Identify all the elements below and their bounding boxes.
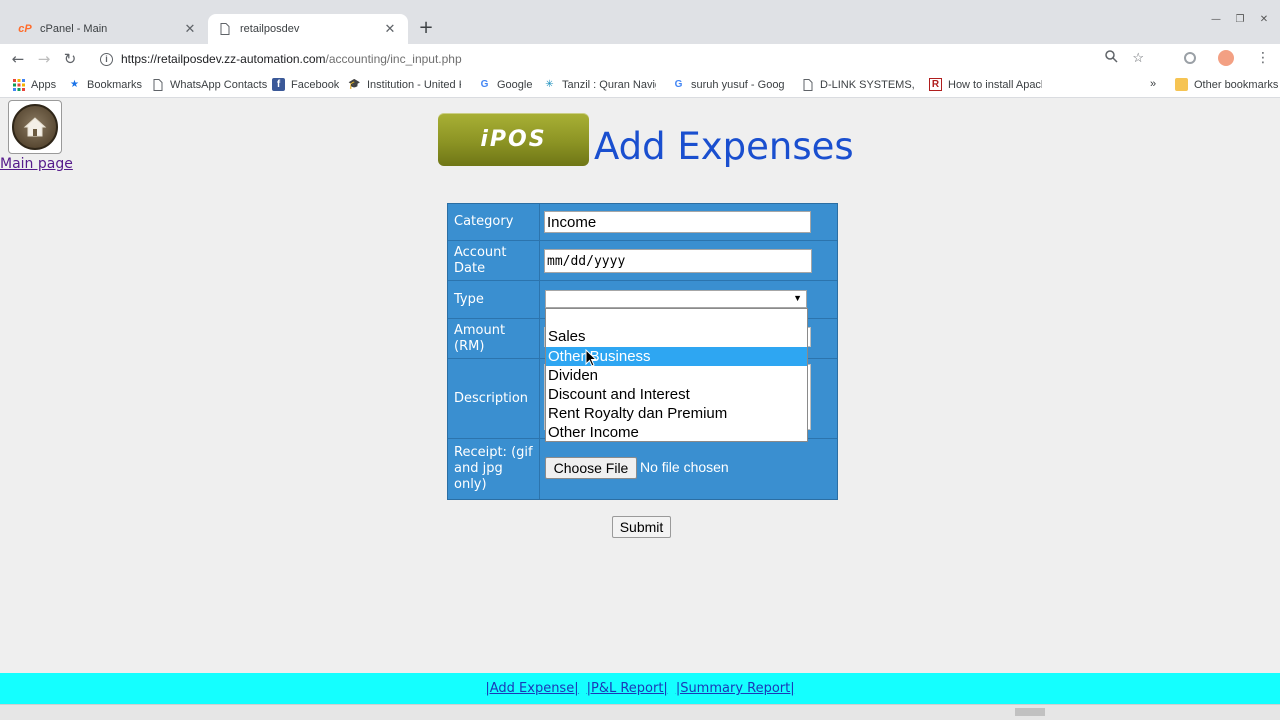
bookmark-dlink[interactable]: D-LINK SYSTEMS, INC: [801, 78, 914, 91]
bookmark-label: Other bookmarks: [1194, 78, 1279, 91]
footer-link-add-expense[interactable]: |Add Expense|: [485, 681, 578, 696]
type-select[interactable]: ▼: [545, 290, 807, 308]
bookmark-whatsapp-contacts[interactable]: WhatsApp Contacts: [151, 78, 267, 91]
home-icon: [12, 104, 58, 150]
zoom-icon[interactable]: [1105, 50, 1118, 66]
browser-toolbar: ← → ↻ i https://retailposdev.zz-automati…: [0, 44, 1280, 74]
footer-nav: |Add Expense| |P&L Report| |Summary Repo…: [0, 673, 1280, 704]
close-icon[interactable]: ✕: [182, 21, 198, 37]
tab-cpanel[interactable]: cP cPanel - Main ✕: [8, 14, 208, 44]
window-controls: — ❐ ✕: [1210, 14, 1270, 25]
overflow-chevron-icon: »: [1150, 78, 1157, 90]
tab-title: cPanel - Main: [40, 23, 108, 35]
bookmark-install-apache[interactable]: R How to install Apache: [929, 78, 1042, 91]
type-option-rent-royalty[interactable]: Rent Royalty dan Premium: [546, 404, 807, 423]
tanzil-icon: ✳: [545, 79, 554, 90]
page-title: Add Expenses: [594, 125, 854, 168]
receipt-label: Receipt: (gif and jpg only): [448, 439, 540, 499]
page-icon: [151, 78, 164, 91]
bookmark-google[interactable]: G Google: [478, 78, 533, 91]
url-host: https://retailposdev.zz-automation.com: [121, 52, 326, 66]
type-option-discount-interest[interactable]: Discount and Interest: [546, 385, 807, 404]
type-option-empty[interactable]: [546, 309, 807, 328]
extension-icon[interactable]: [1184, 52, 1196, 64]
facebook-icon: f: [272, 78, 285, 91]
bookmark-label: D-LINK SYSTEMS, INC: [820, 78, 914, 91]
extension-icons: ⋮: [1184, 50, 1270, 66]
dropdown-arrow-icon: ▼: [793, 293, 802, 303]
cpanel-favicon-icon: cP: [18, 23, 32, 35]
amount-label: Amount (RM): [448, 319, 540, 358]
account-date-label: Account Date: [448, 241, 540, 280]
mouse-cursor-icon: [585, 348, 598, 371]
type-option-sales[interactable]: Sales: [546, 327, 807, 346]
bookmark-other-bookmarks[interactable]: Other bookmarks: [1175, 78, 1278, 91]
info-icon[interactable]: i: [100, 52, 113, 66]
forward-arrow-icon[interactable]: →: [34, 49, 54, 69]
new-tab-button[interactable]: +: [416, 18, 436, 38]
scrollbar-thumb[interactable]: [1015, 708, 1045, 716]
category-label: Category: [448, 204, 540, 240]
bookmark-tanzil[interactable]: ✳ Tanzil : Quran Naviga: [543, 78, 656, 91]
google-icon: G: [674, 79, 683, 90]
back-arrow-icon[interactable]: ←: [8, 49, 28, 69]
bookmark-label: Bookmarks: [87, 78, 143, 91]
choose-file-button[interactable]: Choose File: [545, 457, 637, 479]
apps-grid-icon: [12, 78, 25, 91]
submit-button[interactable]: Submit: [612, 516, 671, 538]
browser-tab-strip: cP cPanel - Main ✕ retailposdev ✕ + — ❐ …: [0, 0, 1280, 44]
type-dropdown-list: Sales Other Business Dividen Discount an…: [545, 308, 808, 442]
bookmark-star-icon[interactable]: ☆: [1132, 50, 1144, 66]
bookmark-suruh-yusuf[interactable]: G suruh yusuf - Google: [672, 78, 785, 91]
menu-kebab-icon[interactable]: ⋮: [1256, 50, 1270, 66]
graduation-cap-icon: 🎓: [348, 79, 361, 90]
description-label: Description: [448, 359, 540, 438]
main-page-link[interactable]: Main page: [0, 156, 73, 172]
category-input[interactable]: Income: [544, 211, 811, 233]
bookmark-bookmarks[interactable]: ★ Bookmarks: [68, 78, 142, 91]
tab-retailposdev[interactable]: retailposdev ✕: [208, 14, 408, 44]
horizontal-scrollbar[interactable]: [0, 704, 1280, 720]
account-date-input[interactable]: mm/dd/yyyy: [544, 249, 812, 273]
star-icon: ★: [70, 79, 79, 90]
profile-avatar-icon[interactable]: [1218, 50, 1234, 66]
address-bar[interactable]: i https://retailposdev.zz-automation.com…: [92, 47, 1152, 71]
bookmark-label: WhatsApp Contacts: [170, 78, 268, 91]
reload-icon[interactable]: ↻: [60, 49, 80, 69]
page-favicon-icon: [218, 22, 232, 36]
ipos-logo: iPOS: [438, 113, 589, 166]
home-button[interactable]: [8, 100, 62, 154]
close-window-icon[interactable]: ✕: [1258, 14, 1270, 25]
footer-link-pl-report[interactable]: |P&L Report|: [587, 681, 668, 696]
minimize-icon[interactable]: —: [1210, 14, 1222, 25]
page-icon: [801, 78, 814, 91]
close-icon[interactable]: ✕: [382, 21, 398, 37]
footer-link-summary-report[interactable]: |Summary Report|: [676, 681, 795, 696]
bookmarks-overflow-button[interactable]: »: [1150, 78, 1156, 90]
redhat-icon: R: [929, 78, 942, 91]
restore-icon[interactable]: ❐: [1234, 14, 1246, 25]
bookmarks-bar: Apps ★ Bookmarks WhatsApp Contacts f Fac…: [0, 74, 1280, 98]
bookmark-label: Google: [497, 78, 533, 91]
type-option-other-income[interactable]: Other Income: [546, 423, 807, 442]
url-path: /accounting/inc_input.php: [325, 52, 462, 66]
bookmark-label: suruh yusuf - Google: [691, 78, 785, 91]
google-icon: G: [480, 79, 489, 90]
omnibox-actions: ☆: [1105, 50, 1144, 66]
bookmark-label: Facebook: [291, 78, 340, 91]
bookmark-label: How to install Apache: [948, 78, 1042, 91]
bookmark-label: Institution - United K: [367, 78, 461, 91]
bookmark-facebook[interactable]: f Facebook: [272, 78, 339, 91]
tab-title: retailposdev: [240, 23, 300, 35]
bookmark-institution[interactable]: 🎓 Institution - United K: [348, 78, 461, 91]
type-label: Type: [448, 281, 540, 318]
bookmark-label: Apps: [31, 78, 57, 91]
bookmark-apps[interactable]: Apps: [12, 78, 56, 91]
file-status-text: No file chosen: [640, 459, 729, 475]
bookmark-label: Tanzil : Quran Naviga: [562, 78, 656, 91]
folder-icon: [1175, 78, 1188, 91]
